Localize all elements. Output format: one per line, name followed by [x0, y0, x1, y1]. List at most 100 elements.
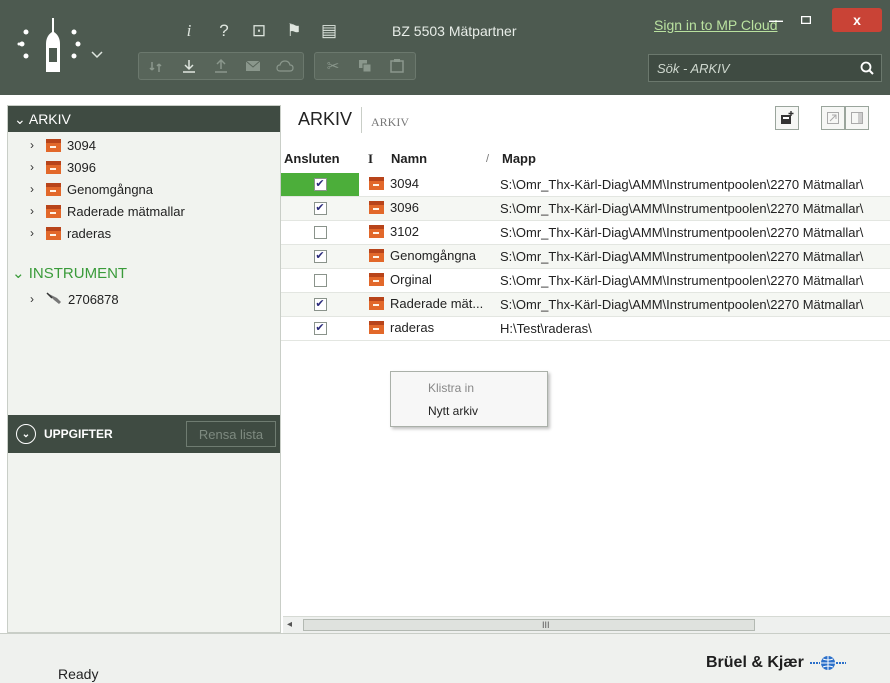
archive-box-icon — [369, 321, 384, 334]
status-text: Ready — [58, 666, 99, 682]
help-icon[interactable]: ? — [211, 18, 237, 44]
connected-cell: ✔ — [281, 197, 359, 220]
folder-path: S:\Omr_Thx-Kärl-Diag\AMM\Instrumentpoole… — [500, 177, 864, 192]
instrument-section-header[interactable]: ⌄ INSTRUMENT — [12, 264, 127, 282]
connected-cell: ✔ — [281, 245, 359, 268]
new-archive-button[interactable] — [775, 106, 799, 130]
main-content: ARKIV ARKIV Ansluten I Namn / Mapp ✔ 3094… — [281, 95, 890, 633]
mail-icon[interactable] — [237, 53, 269, 79]
sound-level-meter-logo[interactable] — [16, 14, 116, 76]
archive-name: 3096 — [390, 200, 419, 215]
name-cell: Orginal — [369, 272, 494, 287]
tree-item-instrument[interactable]: › 2706878 — [30, 288, 119, 310]
folder-path: H:\Test\raderas\ — [500, 321, 592, 336]
instrument-section-title: INSTRUMENT — [28, 265, 128, 282]
brand-name: Brüel & Kjær — [706, 654, 804, 671]
sign-in-link[interactable]: Sign in to MP Cloud — [654, 17, 777, 33]
chevron-right-icon[interactable]: › — [30, 204, 40, 218]
connected-checkbox[interactable] — [313, 226, 327, 239]
connected-checkbox[interactable]: ✔ — [313, 202, 327, 215]
table-row[interactable]: ✔ 3094 S:\Omr_Thx-Kärl-Diag\AMM\Instrument… — [281, 173, 890, 197]
column-header-folder[interactable]: Mapp — [502, 151, 536, 166]
archive-box-icon — [369, 297, 384, 310]
scrollbar-thumb[interactable]: III — [303, 619, 755, 631]
search-input[interactable] — [649, 55, 849, 81]
archive-name: Raderade mät... — [390, 296, 484, 311]
tree-item-archive[interactable]: › Raderade mätmallar — [30, 200, 185, 222]
status-bar: Ready Brüel & Kjær — [0, 633, 890, 683]
archive-box-icon — [369, 201, 384, 214]
scroll-left-icon[interactable]: ◂ — [287, 619, 292, 630]
minimize-button[interactable]: — — [764, 10, 788, 30]
connected-checkbox[interactable]: ✔ — [313, 250, 327, 263]
menu-item-new-archive[interactable]: Nytt arkiv — [428, 404, 478, 418]
tree-item-archive[interactable]: › 3094 — [30, 134, 96, 156]
tab-arkiv[interactable]: ARKIV — [298, 109, 352, 130]
maximize-button[interactable] — [794, 10, 818, 30]
tasks-toggle[interactable]: ⌄ UPPGIFTER — [16, 424, 113, 444]
calculator-icon[interactable]: ⊡ — [246, 18, 272, 44]
column-header-connected[interactable]: Ansluten — [284, 151, 340, 166]
arkiv-section-header[interactable]: ⌄ ARKIV — [8, 106, 280, 132]
column-header-i[interactable]: I — [368, 151, 373, 167]
menu-item-paste[interactable]: Klistra in — [428, 381, 474, 395]
clear-list-button[interactable]: Rensa lista — [186, 421, 276, 447]
copy-icon[interactable] — [349, 53, 381, 79]
paste-icon[interactable] — [381, 53, 413, 79]
context-menu: Klistra in Nytt arkiv — [390, 371, 548, 427]
connected-cell — [281, 221, 359, 244]
horizontal-scrollbar[interactable]: ◂ III — [283, 616, 890, 633]
info-icon[interactable]: i — [176, 18, 202, 44]
chevron-right-icon[interactable]: › — [30, 182, 40, 196]
table-row[interactable]: ✔ raderas H:\Test\raderas\ — [281, 317, 890, 341]
chevron-right-icon[interactable]: › — [30, 226, 40, 240]
table-row[interactable]: Orginal S:\Omr_Thx-Kärl-Diag\AMM\Instrume… — [281, 269, 890, 293]
tree-item-archive[interactable]: › 3096 — [30, 156, 96, 178]
download-icon[interactable] — [173, 53, 205, 79]
column-header-name[interactable]: Namn — [391, 151, 427, 166]
tree-item-archive[interactable]: › Genomgångna — [30, 178, 153, 200]
connected-cell: ✔ — [281, 293, 359, 316]
archive-box-icon — [46, 182, 61, 196]
connected-checkbox[interactable]: ✔ — [313, 298, 327, 311]
cloud-icon[interactable] — [269, 53, 301, 79]
notebook-icon[interactable]: ▤ — [316, 18, 342, 44]
tree-item-label: 3096 — [67, 159, 96, 175]
archive-box-icon — [369, 225, 384, 238]
chevron-right-icon[interactable]: › — [30, 138, 40, 152]
tree-item-label: 3094 — [67, 137, 96, 153]
search-icon[interactable] — [853, 55, 881, 81]
tasks-label: UPPGIFTER — [44, 427, 113, 441]
chevron-right-icon[interactable]: › — [30, 160, 40, 174]
name-cell: 3102 — [369, 224, 494, 239]
app-title: BZ 5503 Mätpartner — [392, 23, 517, 39]
chevron-down-circle-icon: ⌄ — [16, 424, 36, 444]
archive-name: 3102 — [390, 224, 419, 239]
connected-checkbox[interactable]: ✔ — [313, 322, 327, 335]
export-icon[interactable] — [821, 106, 845, 130]
flag-icon[interactable]: ⚑ — [281, 18, 307, 44]
name-cell: Raderade mät... — [369, 296, 494, 311]
connected-checkbox[interactable]: ✔ — [313, 178, 327, 191]
close-button[interactable]: x — [832, 8, 882, 32]
cut-icon[interactable]: ✂ — [317, 53, 349, 79]
table-row[interactable]: ✔ Raderade mät... S:\Omr_Thx-Kärl-Diag\AMM… — [281, 293, 890, 317]
archive-name: Genomgångna — [390, 248, 477, 263]
table-row[interactable]: ✔ 3096 S:\Omr_Thx-Kärl-Diag\AMM\Instrument… — [281, 197, 890, 221]
connected-cell: ✔ — [281, 317, 359, 340]
tree-item-label: Genomgångna — [67, 181, 154, 197]
tree-item-archive[interactable]: › raderas — [30, 222, 111, 244]
panel-toggle-icon[interactable] — [845, 106, 869, 130]
connected-cell: ✔ — [281, 173, 359, 196]
table-row[interactable]: ✔ Genomgångna S:\Omr_Thx-Kärl-Diag\AMM\Ins… — [281, 245, 890, 269]
chevron-right-icon[interactable]: › — [30, 292, 40, 306]
tree-item-label: raderas — [67, 225, 112, 241]
brand-logo: Brüel & Kjær — [706, 654, 846, 672]
table-row[interactable]: 3102 S:\Omr_Thx-Kärl-Diag\AMM\Instrumentp… — [281, 221, 890, 245]
sort-indicator-icon: / — [486, 153, 490, 165]
globe-icon — [809, 655, 846, 671]
navigation-pane: ⌄ ARKIV › 3094 › 3096 › Genomgångna › Ra… — [7, 105, 281, 633]
upload-icon[interactable] — [205, 53, 237, 79]
connected-checkbox[interactable] — [313, 274, 327, 287]
transfer-icon[interactable] — [141, 53, 173, 79]
